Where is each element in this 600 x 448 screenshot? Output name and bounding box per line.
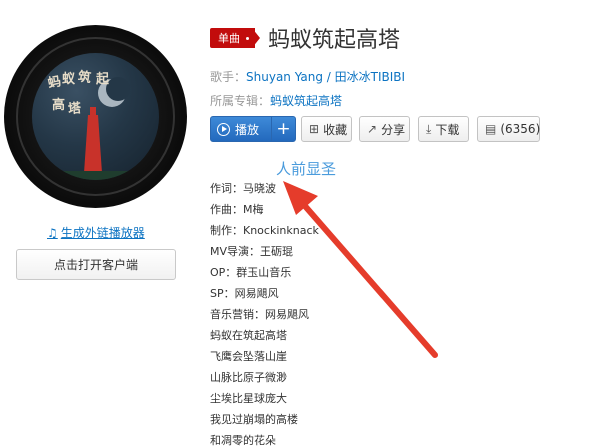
lyric-line: 山脉比原子微渺 bbox=[210, 371, 287, 384]
external-player-label: 生成外链播放器 bbox=[60, 226, 145, 240]
lyric-line: 尘埃比星球庞大 bbox=[210, 392, 287, 405]
collect-label: 收藏 bbox=[323, 122, 348, 137]
lyric-line: 作词：马晓波 bbox=[210, 182, 276, 195]
singer-label: 歌手： bbox=[210, 70, 247, 84]
singer-link-2[interactable]: 田冰冰TIBIBI bbox=[335, 70, 405, 84]
lyric-line: OP：群玉山音乐 bbox=[210, 266, 292, 279]
singer-row: 歌手：Shuyan Yang / 田冰冰TIBIBI bbox=[210, 68, 405, 85]
share-icon: ↗ bbox=[367, 122, 378, 136]
play-button[interactable]: 播放 bbox=[210, 116, 272, 142]
svg-text:起: 起 bbox=[95, 71, 110, 87]
lyric-line: 和凋零的花朵 bbox=[210, 434, 276, 447]
svg-text:塔: 塔 bbox=[67, 100, 83, 117]
lyric-line: 蚂蚁在筑起高塔 bbox=[210, 329, 287, 342]
collect-button[interactable]: ⊞ 收藏 bbox=[301, 116, 352, 142]
singer-separator: / bbox=[322, 70, 335, 84]
comment-icon: ▤ bbox=[485, 122, 497, 136]
album-link[interactable]: 蚂蚁筑起高塔 bbox=[270, 94, 342, 108]
lyric-line: 我见过崩塌的高楼 bbox=[210, 413, 298, 426]
svg-text:蚁: 蚁 bbox=[62, 71, 76, 87]
download-icon: ⤓ bbox=[426, 121, 432, 136]
single-tag-label: 单曲 bbox=[218, 32, 240, 45]
svg-text:蚂: 蚂 bbox=[46, 73, 62, 91]
play-label: 播放 bbox=[235, 122, 260, 137]
download-button[interactable]: ⤓ 下载 bbox=[418, 116, 469, 142]
lyric-line: 作曲：M梅 bbox=[210, 203, 264, 216]
album-row: 所属专辑：蚂蚁筑起高塔 bbox=[210, 92, 342, 109]
lyric-line: 飞鹰会坠落山崖 bbox=[210, 350, 287, 363]
comment-count: (6356) bbox=[500, 122, 541, 136]
lyric-annotation-heading: 人前显圣 bbox=[276, 160, 337, 178]
download-label: 下载 bbox=[435, 122, 460, 137]
lyric-line: 音乐营销：网易飓风 bbox=[210, 308, 309, 321]
open-client-button[interactable]: 点击打开客户端 bbox=[16, 249, 176, 280]
tag-dot-icon bbox=[246, 36, 249, 40]
add-to-playlist-button[interactable]: + bbox=[271, 116, 296, 142]
lyric-line: SP：网易飓风 bbox=[210, 287, 279, 300]
share-button[interactable]: ↗ 分享 bbox=[359, 116, 410, 142]
lyric-line: MV导演：王砺琨 bbox=[210, 245, 294, 258]
album-cover: 蚂 蚁 筑 起 高 塔 bbox=[32, 53, 159, 180]
play-circle-icon bbox=[217, 122, 230, 136]
album-label: 所属专辑： bbox=[210, 94, 271, 108]
single-tag: 单曲 bbox=[210, 28, 255, 48]
lyric-line: 制作：Knockinknack bbox=[210, 224, 319, 237]
external-player-link[interactable]: ♫ 生成外链播放器 bbox=[47, 224, 145, 241]
collect-icon: ⊞ bbox=[309, 122, 320, 136]
comment-button[interactable]: ▤ (6356) bbox=[477, 116, 540, 142]
share-label: 分享 bbox=[381, 122, 406, 137]
cover-art: 蚂 蚁 筑 起 高 塔 bbox=[32, 69, 159, 180]
svg-text:高: 高 bbox=[52, 97, 65, 113]
singer-link-1[interactable]: Shuyan Yang bbox=[246, 70, 323, 84]
tag-arrow bbox=[252, 28, 260, 48]
music-note-icon: ♫ bbox=[47, 226, 58, 240]
song-title: 蚂蚁筑起高塔 bbox=[268, 28, 401, 53]
svg-text:筑: 筑 bbox=[77, 69, 92, 87]
